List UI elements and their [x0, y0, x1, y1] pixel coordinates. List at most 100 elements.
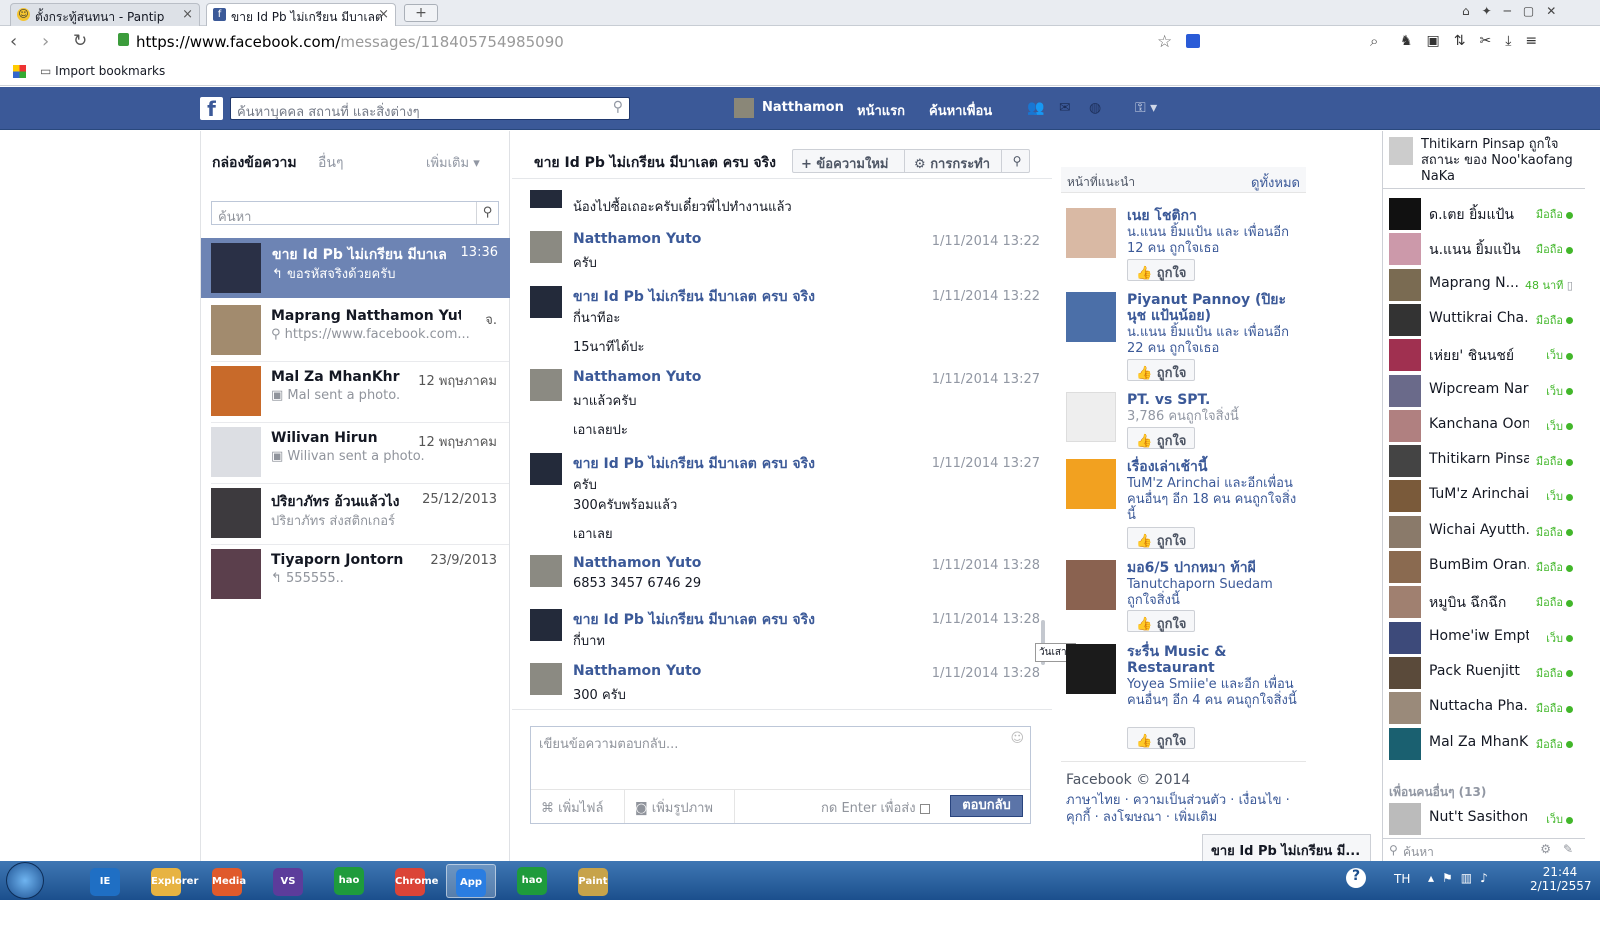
browser-tab-pantip[interactable]: ☺ ตั้งกระทู้สนทนา - Pantip ×: [10, 3, 200, 26]
taskbar-app[interactable]: Chrome: [385, 864, 438, 898]
like-button[interactable]: 👍 ถูกใจ: [1127, 259, 1195, 281]
chat-search-input[interactable]: ⚲ ค้นหา ⚙ ✎: [1383, 838, 1585, 861]
message-author[interactable]: ขาย Id Pb ไม่เกรียน มีบาเลต ครบ จริง: [573, 609, 815, 631]
taskbar-app[interactable]: App: [446, 864, 496, 898]
browser-tab-facebook[interactable]: f ขาย Id Pb ไม่เกรียน มีบาเลต ×: [206, 3, 396, 26]
buddy-item[interactable]: Thitikarn Pinsapมือถือ: [1389, 443, 1579, 478]
clock[interactable]: 21:44 2/11/2557: [1530, 865, 1592, 893]
profile-link[interactable]: Natthamon: [762, 100, 844, 115]
new-tab-button[interactable]: +: [404, 4, 438, 22]
conversation-item-selected[interactable]: ขาย Id Pb ไม่เกรียน มีบาเล 13:36 ↰ ขอรหั…: [201, 238, 510, 298]
facebook-search-input[interactable]: ค้นหาบุคคล สถานที่ และสิ่งต่างๆ ⚲: [230, 97, 630, 120]
window-controls[interactable]: ⌂✦─▢✕: [1462, 4, 1568, 18]
conversation-item[interactable]: Wilivan Hirun 12 พฤษภาคม ▣ Wilivan sent …: [211, 424, 509, 484]
message-author[interactable]: Natthamon Yuto: [573, 369, 701, 385]
new-message-button[interactable]: + ข้อความใหม่: [793, 150, 905, 172]
page-name-link[interactable]: Piyanut Pannoy (ปิยะนุช แป้นน้อย): [1127, 292, 1287, 324]
inbox-title[interactable]: กล่องข้อความ: [212, 152, 297, 174]
avatar[interactable]: [530, 609, 562, 641]
avatar[interactable]: [530, 663, 562, 695]
taskbar-app[interactable]: hao 123: [324, 864, 374, 914]
buddy-item[interactable]: TuM'z Arinchai เว็บ: [1389, 478, 1579, 513]
back-arrow-icon[interactable]: ‹: [10, 31, 17, 52]
buddy-item[interactable]: Kanchana Oon ...เว็บ: [1389, 408, 1579, 443]
avatar[interactable]: [530, 231, 562, 263]
buddy-item[interactable]: Home'iw Empty เว็บ: [1389, 620, 1579, 655]
page-name-link[interactable]: มอ6/5 ปากหมา ท้าผี: [1127, 560, 1287, 576]
like-button[interactable]: 👍 ถูกใจ: [1127, 359, 1195, 381]
search-thread-button[interactable]: ⚲: [1003, 150, 1031, 172]
taskbar-app[interactable]: Explorer: [141, 864, 198, 898]
enter-to-send-toggle[interactable]: กด Enter เพื่อส่ง: [821, 797, 930, 818]
avatar[interactable]: [530, 286, 562, 318]
buddy-item[interactable]: Mal Za MhanKhrมือถือ: [1389, 726, 1579, 761]
reply-button[interactable]: ตอบกลับ: [950, 795, 1023, 817]
search-icon[interactable]: ⚲: [476, 202, 498, 224]
page-avatar[interactable]: [1066, 560, 1116, 610]
buddy-item[interactable]: หมูบิน ฉึกฉึก มือถือ: [1389, 584, 1579, 619]
taskbar-app[interactable]: IE: [80, 864, 130, 898]
add-photo-button[interactable]: ◙ เพิ่มรูปภาพ: [635, 797, 713, 818]
page-avatar[interactable]: [1066, 208, 1116, 258]
ticker-avatar[interactable]: [1389, 137, 1413, 165]
reload-icon[interactable]: ↻: [73, 31, 87, 51]
like-button[interactable]: 👍 ถูกใจ: [1127, 527, 1195, 549]
message-author[interactable]: Natthamon Yuto: [573, 231, 701, 247]
taskbar-app[interactable]: Paint: [568, 864, 618, 898]
buddy-item[interactable]: Wipcream Naris...เว็บ: [1389, 373, 1579, 408]
buddy-item[interactable]: Nuttacha Pha... มือถือ: [1389, 690, 1579, 725]
start-button[interactable]: [6, 862, 44, 899]
page-name-link[interactable]: ระรื่น Music & Restaurant: [1127, 644, 1287, 676]
buddy-item[interactable]: Wuttikrai Cha... มือถือ: [1389, 302, 1579, 337]
avatar[interactable]: [530, 369, 562, 401]
page-name-link[interactable]: เนย โชติกา: [1127, 208, 1287, 224]
buddy-item[interactable]: ด.เตย ยิ้มแป้น มือถือ: [1389, 196, 1579, 231]
add-file-button[interactable]: ⌘ เพิ่มไฟล์: [541, 797, 603, 818]
like-button[interactable]: 👍 ถูกใจ: [1127, 610, 1195, 632]
buddy-item[interactable]: เห่ยย' ชินนชย์ เว็บ: [1389, 337, 1579, 372]
taskbar-app[interactable]: VS: [263, 864, 313, 898]
page-avatar[interactable]: [1066, 392, 1116, 442]
buddy-item[interactable]: น.แนน ยิ้มแป้น มือถือ: [1389, 231, 1579, 266]
extension-icons[interactable]: ♞▣⇅✂⤓≡: [1400, 33, 1551, 49]
baidu-paw-icon[interactable]: [1186, 34, 1200, 48]
inbox-search-input[interactable]: ค้นหา ⚲: [211, 201, 499, 225]
more-dropdown[interactable]: เพิ่มเติม ▾: [426, 152, 480, 173]
find-friends-link[interactable]: ค้นหาเพื่อน: [929, 100, 992, 121]
language-bar-icon[interactable]: ?: [1346, 868, 1366, 888]
forward-arrow-icon[interactable]: ›: [42, 31, 49, 52]
search-icon[interactable]: ⚲: [613, 99, 623, 115]
like-button[interactable]: 👍 ถูกใจ: [1127, 727, 1195, 749]
other-folder-link[interactable]: อื่นๆ: [318, 152, 344, 174]
buddy-item[interactable]: BumBim Oran...มือถือ: [1389, 549, 1579, 584]
url-field[interactable]: https://www.facebook.com/messages/118405…: [136, 33, 564, 51]
footer-links[interactable]: ภาษาไทย · ความเป็นส่วนตัว · เงื่อนไข · ค…: [1066, 792, 1306, 826]
avatar[interactable]: [530, 555, 562, 587]
conversation-item[interactable]: ปริยาภัทร อ้วนแล้วไง 25/12/2013 ปริยาภัท…: [211, 485, 509, 545]
apps-grid-icon[interactable]: [13, 65, 26, 78]
message-author[interactable]: Natthamon Yuto: [573, 555, 701, 571]
close-tab-icon[interactable]: ×: [378, 7, 389, 22]
page-name-link[interactable]: PT. vs SPT.: [1127, 392, 1287, 408]
buddy-item[interactable]: Pack Ruenjitt มือถือ: [1389, 655, 1579, 690]
conversation-item[interactable]: Tiyaporn Jontorn 23/9/2013 ↰ 555555..: [211, 546, 509, 606]
buddy-item[interactable]: Wichai Ayutth... มือถือ: [1389, 514, 1579, 549]
conversation-item[interactable]: Mal Za MhanKhr 12 พฤษภาคม ▣ Mal sent a p…: [211, 363, 509, 423]
search-engine-icon[interactable]: ⌕: [1370, 32, 1378, 50]
message-author[interactable]: Natthamon Yuto: [573, 663, 701, 679]
emoji-icon[interactable]: ☺: [1010, 731, 1024, 746]
messages-icon[interactable]: ✉: [1059, 100, 1077, 116]
facebook-logo-icon[interactable]: f: [200, 97, 223, 121]
close-tab-icon[interactable]: ×: [182, 7, 193, 22]
message-author[interactable]: ขาย Id Pb ไม่เกรียน มีบาเลต ครบ จริง: [573, 286, 815, 308]
page-avatar[interactable]: [1066, 644, 1116, 694]
bookmark-star-icon[interactable]: ☆: [1157, 32, 1172, 52]
notifications-globe-icon[interactable]: ◍: [1089, 100, 1107, 116]
profile-avatar[interactable]: [734, 98, 754, 118]
privacy-shortcuts-icon[interactable]: ⚿ ▾: [1135, 100, 1175, 116]
activity-ticker[interactable]: Thitikarn Pinsap ถูกใจสถานะ ของ Noo'kaof…: [1421, 137, 1581, 185]
conversation-item[interactable]: Maprang Natthamon Yuto จ. ⚲ https://www.…: [211, 302, 509, 362]
reply-textarea[interactable]: เขียนข้อความตอบกลับ...: [539, 733, 1019, 788]
friend-requests-icon[interactable]: 👥: [1027, 100, 1045, 116]
page-name-link[interactable]: เรื่องเล่าเช้านี้: [1127, 459, 1287, 475]
